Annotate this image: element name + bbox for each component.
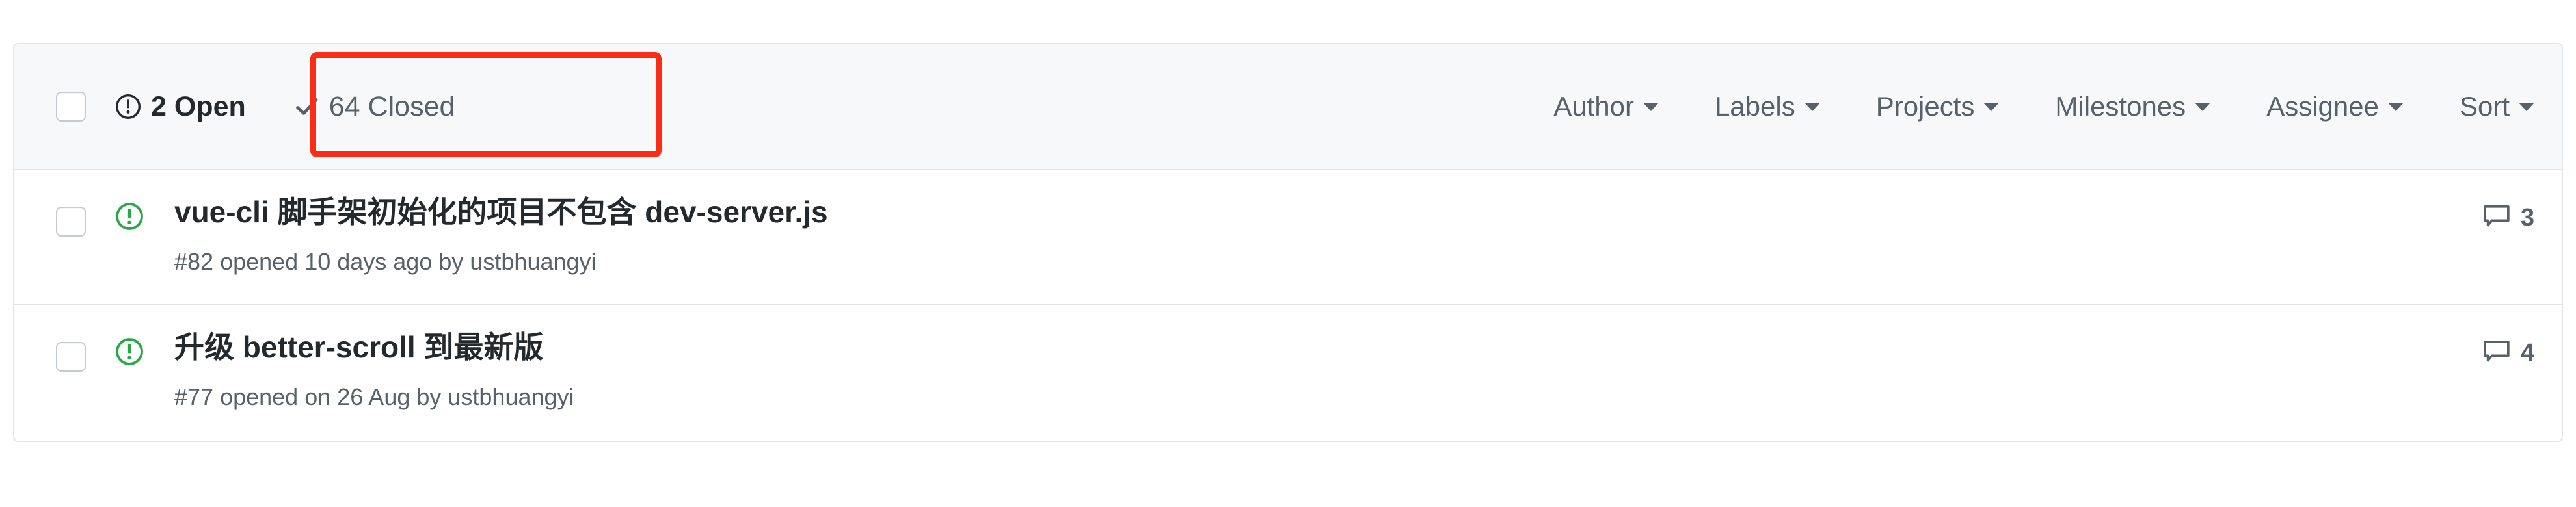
- issue-title-link[interactable]: vue-cli 脚手架初始化的项目不包含 dev-server.js: [174, 194, 2483, 231]
- chevron-down-icon: [2387, 102, 2404, 111]
- filter-labels-dropdown[interactable]: Labels: [1715, 91, 1820, 122]
- filter-assignee-label: Assignee: [2266, 91, 2379, 122]
- filter-sort-dropdown[interactable]: Sort: [2460, 91, 2534, 122]
- issue-title-link[interactable]: 升级 better-scroll 到最新版: [174, 329, 2483, 367]
- dropdown-filter-group: Author Labels Projects Milestones Assign…: [1553, 91, 2534, 122]
- comment-icon: [2483, 203, 2510, 233]
- filter-milestones-label: Milestones: [2055, 91, 2186, 122]
- select-all-checkbox[interactable]: [56, 92, 86, 122]
- comment-count: 4: [2520, 339, 2534, 367]
- issue-comments[interactable]: 3: [2483, 203, 2534, 233]
- chevron-down-icon: [2519, 102, 2534, 111]
- filter-open-label: 2 Open: [151, 90, 246, 122]
- issue-checkbox[interactable]: [56, 207, 86, 237]
- chevron-down-icon: [1804, 102, 1820, 111]
- filter-author-label: Author: [1553, 91, 1634, 122]
- filter-sort-label: Sort: [2459, 91, 2510, 122]
- filter-closed-label: 64 Closed: [329, 90, 455, 122]
- filter-author-dropdown[interactable]: Author: [1553, 91, 1659, 122]
- comment-count: 3: [2520, 204, 2534, 231]
- filter-milestones-dropdown[interactable]: Milestones: [2055, 91, 2211, 122]
- chevron-down-icon: [1643, 102, 1659, 111]
- issue-content: vue-cli 脚手架初始化的项目不包含 dev-server.js #82 o…: [174, 194, 2483, 277]
- chevron-down-icon: [2195, 102, 2211, 111]
- filter-labels-label: Labels: [1714, 91, 1795, 122]
- filter-projects-dropdown[interactable]: Projects: [1876, 91, 2000, 122]
- issue-meta: #77 opened on 26 Aug by ustbhuangyi: [174, 383, 574, 410]
- state-filter-group: 2 Open 64 Closed: [114, 90, 455, 122]
- comment-icon: [2483, 338, 2510, 369]
- issue-opened-icon: [114, 93, 142, 120]
- issue-meta: #82 opened 10 days ago by ustbhuangyi: [174, 248, 597, 275]
- filter-open-issues[interactable]: 2 Open: [114, 90, 246, 122]
- issue-opened-icon: [114, 337, 144, 367]
- chevron-down-icon: [1983, 102, 2000, 111]
- filter-closed-issues[interactable]: 64 Closed: [294, 90, 455, 122]
- filter-assignee-dropdown[interactable]: Assignee: [2266, 91, 2404, 122]
- issues-list-container: 2 Open 64 Closed Author Labels Projects …: [13, 43, 2563, 442]
- issue-opened-icon: [114, 202, 144, 231]
- issues-list-header: 2 Open 64 Closed Author Labels Projects …: [14, 44, 2562, 170]
- check-icon: [294, 94, 320, 120]
- issue-content: 升级 better-scroll 到最新版 #77 opened on 26 A…: [174, 329, 2483, 412]
- table-row[interactable]: vue-cli 脚手架初始化的项目不包含 dev-server.js #82 o…: [14, 170, 2562, 306]
- issue-checkbox[interactable]: [56, 342, 86, 372]
- issue-comments[interactable]: 4: [2483, 338, 2534, 369]
- table-row[interactable]: 升级 better-scroll 到最新版 #77 opened on 26 A…: [14, 306, 2562, 441]
- filter-projects-label: Projects: [1875, 91, 1975, 122]
